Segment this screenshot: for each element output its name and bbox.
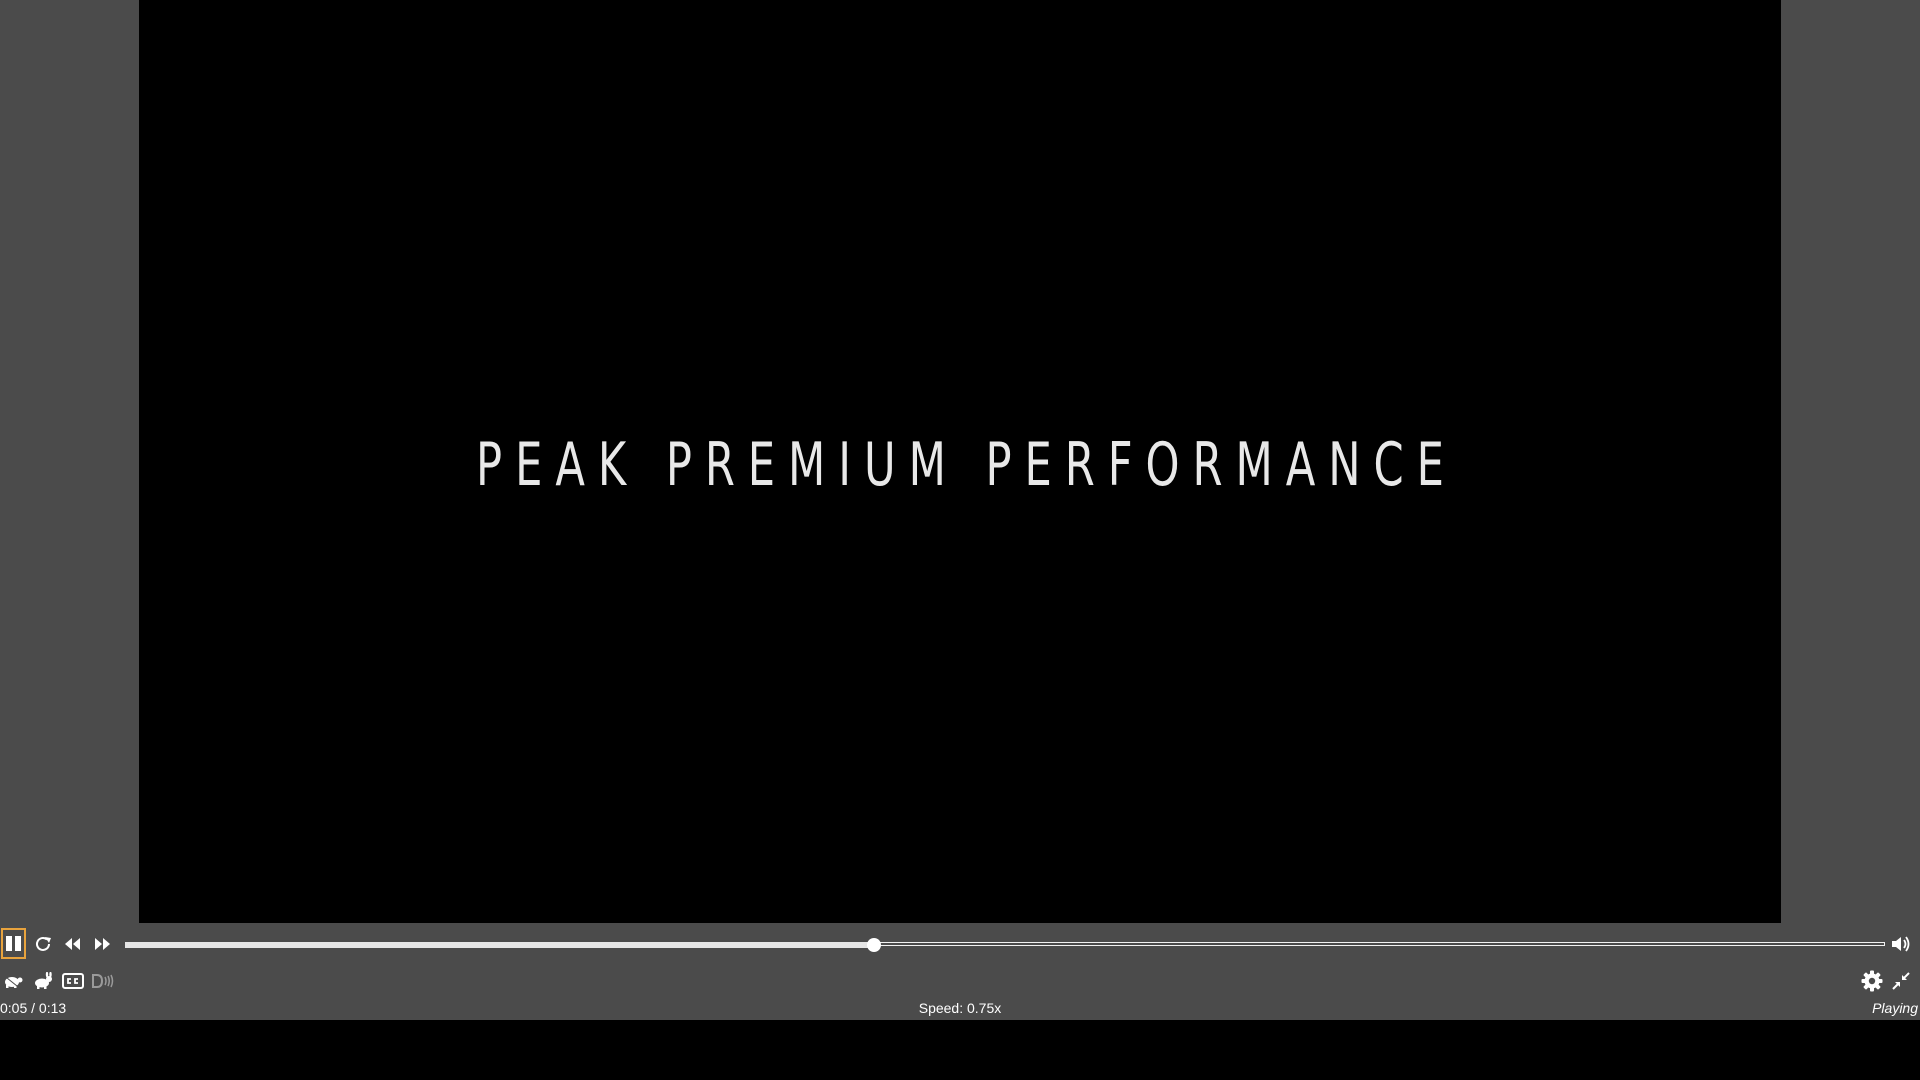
- seek-progress: [125, 942, 874, 948]
- settings-button[interactable]: [1859, 968, 1885, 994]
- video-area: PEAK PREMIUM PERFORMANCE: [0, 0, 1920, 923]
- transport-controls: [0, 925, 1920, 963]
- video-caption-text: PEAK PREMIUM PERFORMANCE: [476, 430, 1457, 500]
- audio-description-button[interactable]: [90, 968, 116, 994]
- captions-button[interactable]: [60, 968, 86, 994]
- playback-state: Playing: [1872, 1000, 1918, 1016]
- fast-forward-icon: [93, 937, 111, 951]
- forward-button[interactable]: [89, 931, 115, 957]
- exit-fullscreen-icon: [1892, 972, 1910, 990]
- rabbit-icon: [32, 972, 54, 990]
- media-player: PEAK PREMIUM PERFORMANCE 0:05 / 0:13 Spe…: [0, 0, 1920, 1020]
- seek-handle[interactable]: [866, 938, 881, 952]
- exit-fullscreen-button[interactable]: [1888, 968, 1914, 994]
- page-background: [0, 1020, 1920, 1080]
- restart-icon: [34, 935, 52, 953]
- cc-icon: [62, 973, 84, 989]
- volume-button[interactable]: [1888, 931, 1914, 957]
- playback-speed: Speed: 0.75x: [918, 1000, 1002, 1016]
- volume-icon: [1891, 935, 1911, 953]
- restart-button[interactable]: [30, 931, 56, 957]
- faster-button[interactable]: [30, 968, 56, 994]
- status-bar: 0:05 / 0:13 Speed: 0.75x Playing: [0, 999, 1920, 1020]
- secondary-controls: [0, 965, 1920, 997]
- audio-description-icon: [91, 973, 115, 989]
- pause-button[interactable]: [1, 928, 26, 959]
- turtle-icon: [2, 973, 24, 989]
- video-frame[interactable]: PEAK PREMIUM PERFORMANCE: [139, 0, 1781, 923]
- rewind-icon: [64, 937, 82, 951]
- rewind-button[interactable]: [60, 931, 86, 957]
- slower-button[interactable]: [0, 968, 26, 994]
- gear-icon: [1861, 970, 1883, 992]
- pause-icon: [5, 935, 22, 952]
